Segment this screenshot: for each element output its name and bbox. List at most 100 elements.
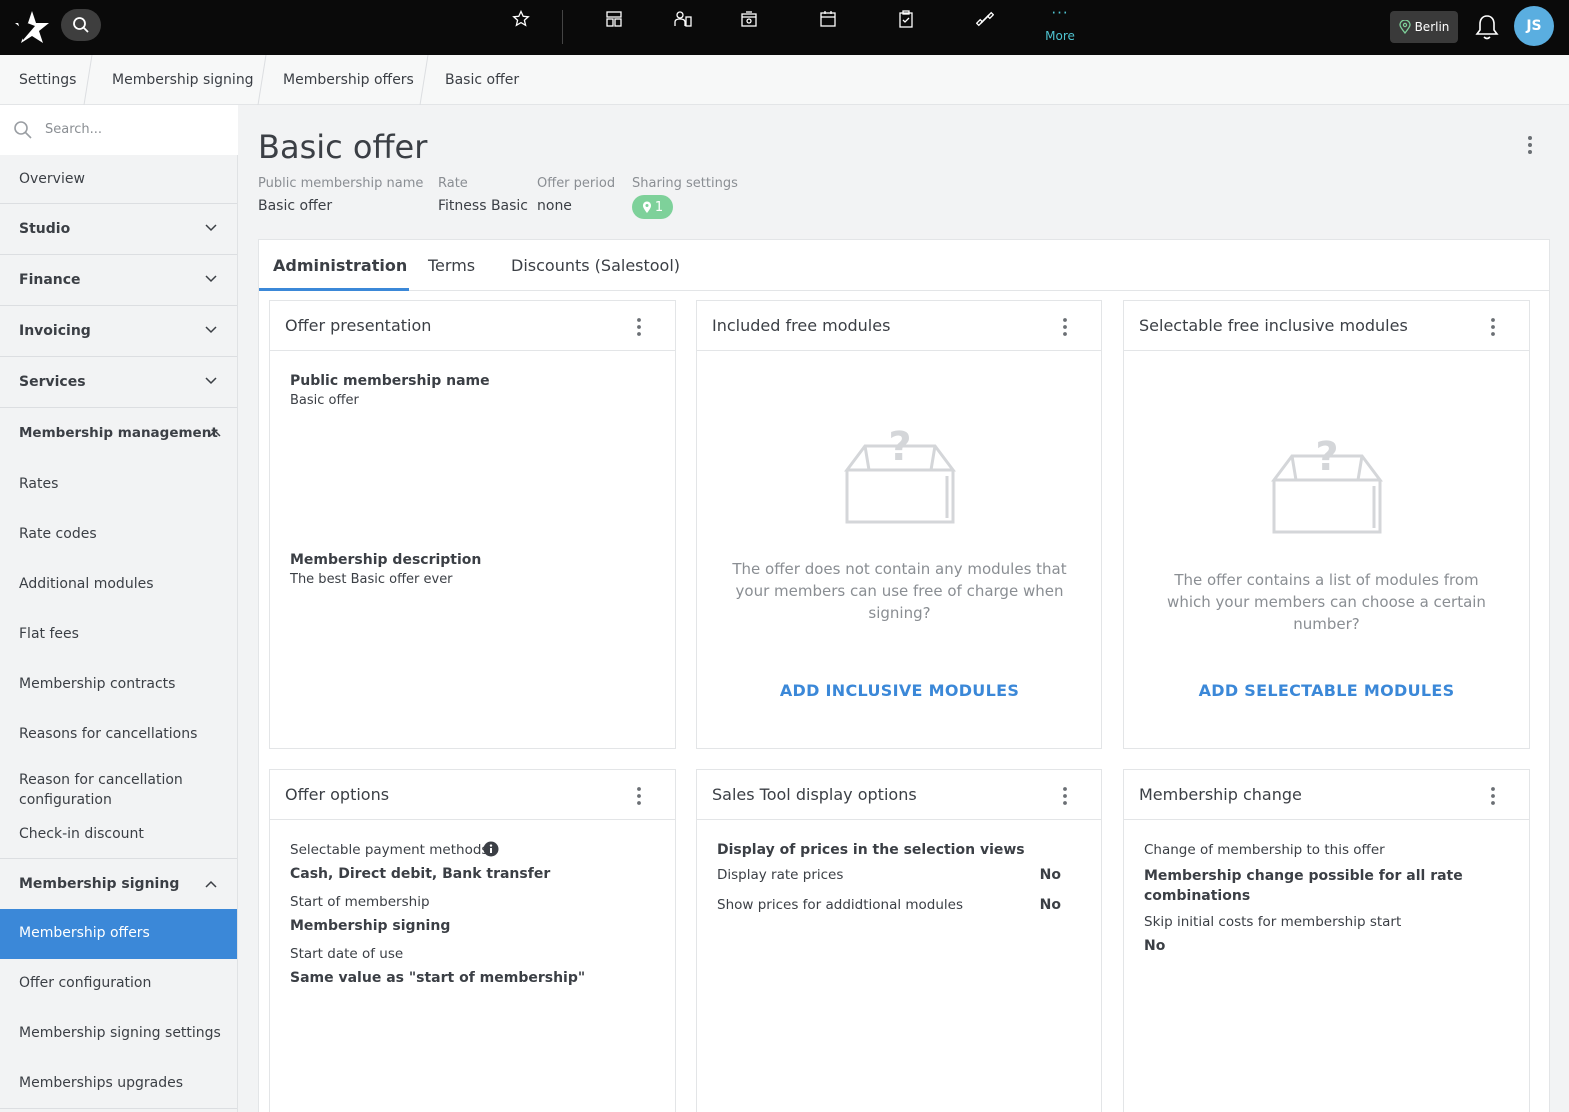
card-more-options-icon[interactable] bbox=[631, 316, 647, 338]
breadcrumb: Settings Membership signing Membership o… bbox=[0, 55, 1569, 105]
card-header: Selectable free inclusive modules bbox=[1124, 301, 1529, 351]
nav-tasks[interactable] bbox=[895, 8, 917, 30]
page-title: Basic offer bbox=[258, 128, 428, 166]
tab-discounts-salestool[interactable]: Discounts (Salestool) bbox=[511, 240, 680, 291]
card-more-options-icon[interactable] bbox=[631, 785, 647, 807]
chevron-down-icon bbox=[205, 377, 217, 385]
nav-checkin[interactable] bbox=[738, 8, 760, 30]
sidebar-item-membership-signing[interactable]: Membership signing bbox=[0, 859, 237, 909]
sidebar-item-additional-modules[interactable]: Additional modules bbox=[0, 560, 237, 610]
breadcrumb-separator bbox=[419, 55, 429, 105]
card-more-options-icon[interactable] bbox=[1485, 316, 1501, 338]
field-value: No bbox=[1039, 867, 1061, 883]
card-title: Membership change bbox=[1139, 785, 1302, 804]
sidebar-item-checkin-discount[interactable]: Check-in discount bbox=[0, 816, 237, 858]
global-search-button[interactable] bbox=[61, 9, 101, 41]
empty-box-illustration-icon: ? bbox=[844, 426, 956, 524]
card-offer-options: Offer options Selectable payment methods… bbox=[269, 769, 676, 1112]
sidebar-item-finance[interactable]: Finance bbox=[0, 255, 237, 306]
card-selectable-free-inclusive-modules: Selectable free inclusive modules ? The … bbox=[1123, 300, 1530, 749]
tab-administration[interactable]: Administration bbox=[273, 240, 407, 291]
settings-sidebar: Search... Overview Studio Finance Invoic… bbox=[0, 105, 238, 1112]
nav-members[interactable] bbox=[672, 8, 694, 30]
card-included-free-modules: Included free modules ? The offer does n… bbox=[696, 300, 1102, 749]
dashboard-icon bbox=[606, 11, 622, 27]
clipboard-icon bbox=[899, 10, 913, 28]
card-title: Selectable free inclusive modules bbox=[1139, 316, 1408, 335]
meta-rate-value: Fitness Basic bbox=[438, 198, 529, 214]
card-title: Offer presentation bbox=[285, 316, 432, 335]
location-selector-button[interactable]: Berlin bbox=[1390, 11, 1458, 43]
field-value: Basic offer bbox=[290, 393, 359, 408]
sidebar-item-membership-contracts[interactable]: Membership contracts bbox=[0, 660, 237, 710]
user-avatar[interactable]: JS bbox=[1514, 6, 1554, 46]
field-value: Membership change possible for all rate … bbox=[1144, 868, 1463, 904]
location-pin-icon bbox=[642, 201, 651, 213]
nav-favorites[interactable] bbox=[510, 8, 532, 30]
info-icon[interactable] bbox=[483, 841, 499, 857]
card-header: Membership change bbox=[1124, 770, 1529, 820]
notifications-bell-icon[interactable] bbox=[1474, 13, 1500, 41]
card-header: Offer presentation bbox=[270, 301, 675, 351]
sidebar-item-membership-signing-settings[interactable]: Membership signing settings bbox=[0, 1009, 237, 1059]
active-tab-indicator bbox=[259, 288, 409, 291]
calendar-icon bbox=[820, 11, 836, 27]
breadcrumb-separator bbox=[83, 55, 93, 105]
svg-text:?: ? bbox=[1315, 436, 1338, 480]
sidebar-search-input[interactable]: Search... bbox=[45, 105, 102, 155]
page-more-options-icon[interactable] bbox=[1520, 134, 1540, 158]
more-menu-label[interactable]: More bbox=[1038, 29, 1082, 43]
sidebar-item-offer-configuration[interactable]: Offer configuration bbox=[0, 959, 237, 1009]
more-dots-icon[interactable]: ··· bbox=[1048, 4, 1072, 22]
sidebar-item-cancellation-configuration[interactable]: Reason for cancellation configuration bbox=[0, 760, 237, 816]
card-header: Offer options bbox=[270, 770, 675, 820]
sidebar-item-studio[interactable]: Studio bbox=[0, 204, 237, 255]
chevron-up-icon bbox=[209, 429, 221, 437]
breadcrumb-membership-signing[interactable]: Membership signing bbox=[112, 55, 254, 105]
nav-calendar[interactable] bbox=[817, 8, 839, 30]
sidebar-item-rates[interactable]: Rates bbox=[0, 460, 237, 510]
logo-star-icon[interactable] bbox=[13, 9, 51, 45]
field-label: Skip initial costs for membership start bbox=[1144, 914, 1402, 930]
sidebar-item-membership-offers[interactable]: Membership offers bbox=[0, 909, 237, 959]
location-label: Berlin bbox=[1414, 20, 1450, 34]
section-label: Display of prices in the selection views bbox=[717, 842, 1025, 858]
svg-text:?: ? bbox=[888, 426, 911, 470]
empty-state-message: The offer contains a list of modules fro… bbox=[1167, 571, 1486, 633]
empty-box-illustration-icon: ? bbox=[1271, 436, 1383, 534]
meta-public-name-value: Basic offer bbox=[258, 198, 333, 214]
checkin-icon bbox=[741, 11, 757, 27]
field-label: Start date of use bbox=[290, 946, 404, 962]
card-more-options-icon[interactable] bbox=[1057, 316, 1073, 338]
add-selectable-modules-button[interactable]: ADD SELECTABLE MODULES bbox=[1124, 681, 1529, 700]
sidebar-item-services[interactable]: Services bbox=[0, 357, 237, 408]
breadcrumb-membership-offers[interactable]: Membership offers bbox=[283, 55, 414, 105]
chevron-down-icon bbox=[205, 224, 217, 232]
sharing-settings-badge[interactable]: 1 bbox=[632, 195, 673, 219]
tab-terms[interactable]: Terms bbox=[428, 240, 475, 291]
location-pin-icon bbox=[1398, 20, 1411, 34]
field-value: The best Basic offer ever bbox=[290, 572, 453, 587]
card-header: Included free modules bbox=[697, 301, 1101, 351]
field-label: Membership description bbox=[290, 552, 482, 568]
sidebar-item-flat-fees[interactable]: Flat fees bbox=[0, 610, 237, 660]
sharing-count: 1 bbox=[654, 199, 664, 215]
sidebar-item-membership-management[interactable]: Membership management bbox=[0, 408, 237, 459]
search-icon bbox=[73, 17, 89, 33]
card-header: Sales Tool display options bbox=[697, 770, 1101, 820]
field-label: Display rate prices bbox=[717, 867, 844, 883]
meta-period-label: Offer period bbox=[537, 176, 616, 191]
add-inclusive-modules-button[interactable]: ADD INCLUSIVE MODULES bbox=[697, 681, 1102, 700]
breadcrumb-settings[interactable]: Settings bbox=[19, 55, 76, 105]
sidebar-item-overview[interactable]: Overview bbox=[0, 155, 237, 205]
sidebar-item-rate-codes[interactable]: Rate codes bbox=[0, 510, 237, 560]
card-membership-change: Membership change Change of membership t… bbox=[1123, 769, 1530, 1112]
sidebar-item-reasons-for-cancellations[interactable]: Reasons for cancellations bbox=[0, 710, 237, 760]
card-more-options-icon[interactable] bbox=[1057, 785, 1073, 807]
card-more-options-icon[interactable] bbox=[1485, 785, 1501, 807]
sidebar-search[interactable]: Search... bbox=[0, 105, 238, 155]
sidebar-item-memberships-upgrades[interactable]: Memberships upgrades bbox=[0, 1059, 237, 1109]
nav-training[interactable] bbox=[974, 8, 996, 30]
nav-dashboard[interactable] bbox=[603, 8, 625, 30]
sidebar-item-invoicing[interactable]: Invoicing bbox=[0, 306, 237, 357]
